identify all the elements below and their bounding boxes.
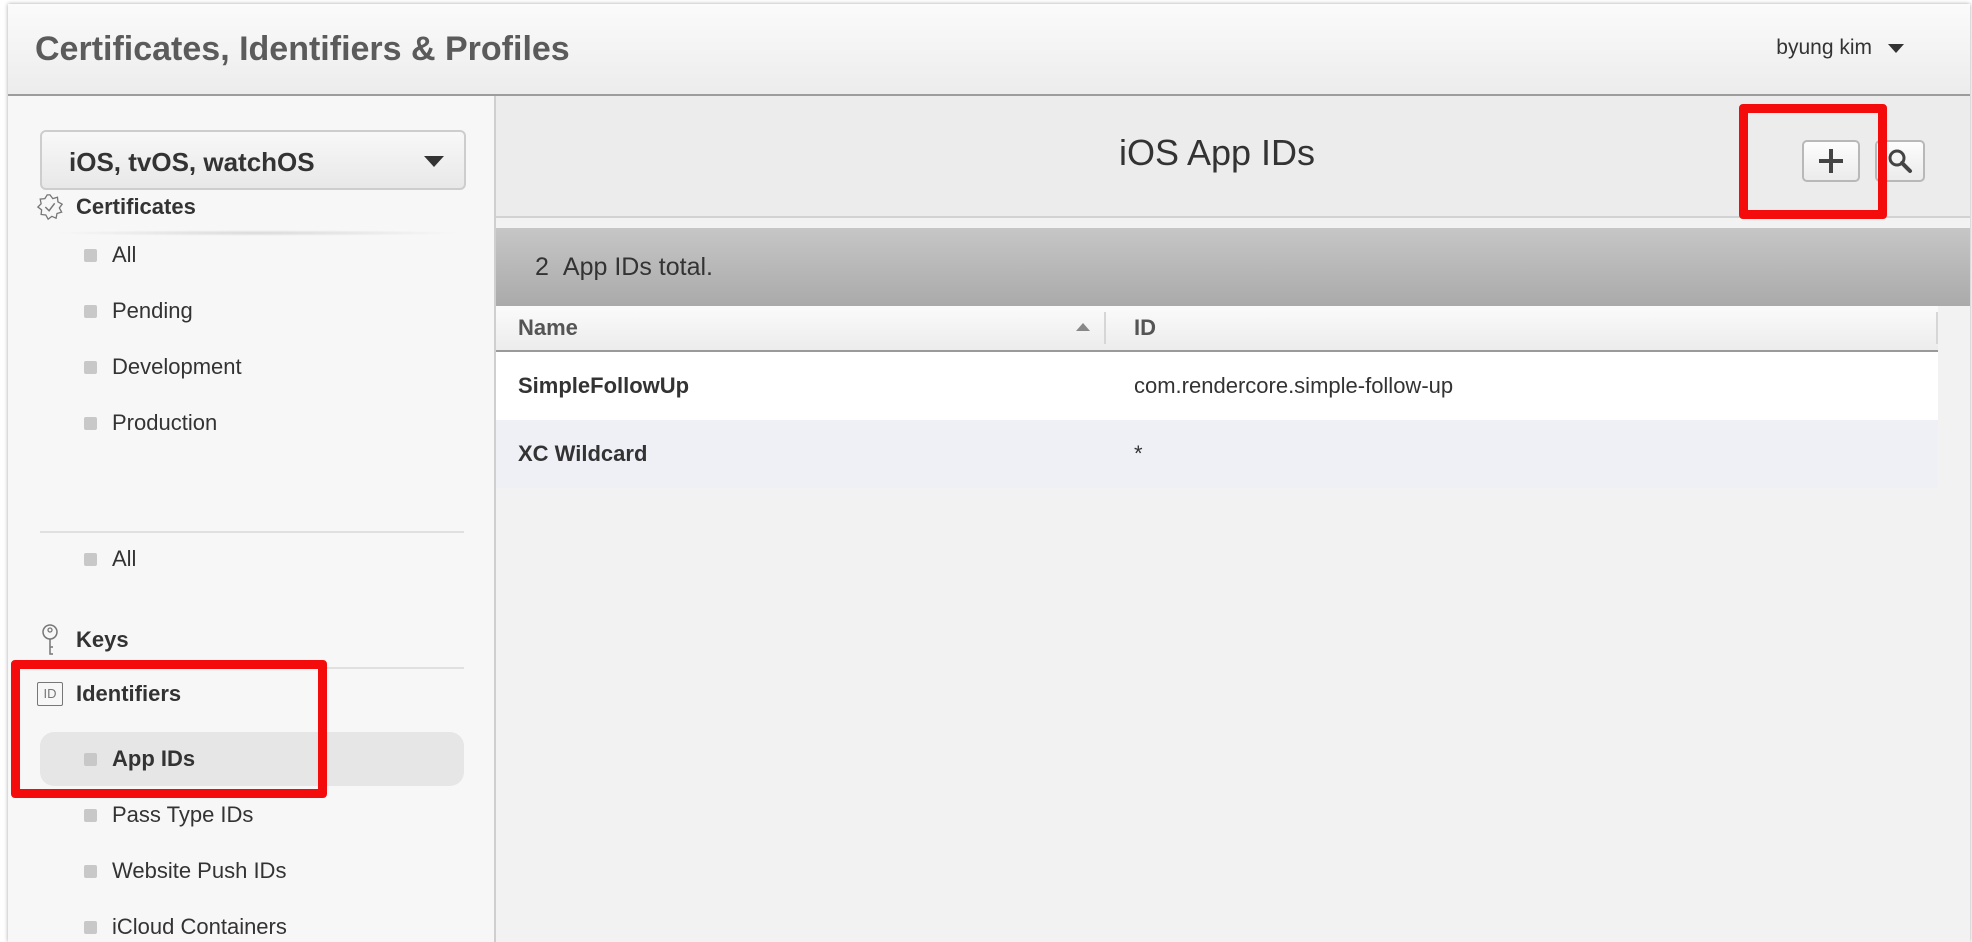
main-content: iOS App IDs 2 App IDs total. Name ID Sim… bbox=[496, 96, 1970, 942]
column-separator bbox=[1104, 312, 1106, 344]
sidebar-item-label: Website Push IDs bbox=[112, 858, 287, 883]
bullet bbox=[84, 304, 97, 318]
section-keys-label: Keys bbox=[76, 627, 129, 652]
main-toolbar: iOS App IDs bbox=[496, 96, 1970, 218]
search-icon bbox=[1888, 149, 1912, 173]
sidebar-item-website-push-ids[interactable]: Website Push IDs bbox=[40, 844, 464, 898]
section-certificates: Certificates bbox=[36, 193, 196, 221]
page-title: Certificates, Identifiers & Profiles bbox=[35, 30, 570, 68]
search-button[interactable] bbox=[1875, 140, 1925, 182]
app-ids-table: Name ID SimpleFollowUp com.rendercore.si… bbox=[496, 306, 1938, 488]
bullet bbox=[84, 920, 97, 934]
platform-select[interactable]: iOS, tvOS, watchOS bbox=[40, 130, 466, 190]
sidebar-item-pending[interactable]: Pending bbox=[40, 284, 464, 338]
section-keys: Keys bbox=[36, 624, 129, 655]
sidebar-item-label: App IDs bbox=[112, 746, 196, 771]
sidebar-item-label: Production bbox=[112, 410, 218, 435]
bullet bbox=[84, 808, 97, 822]
sidebar: iOS, tvOS, watchOS Certificates All Pend… bbox=[8, 96, 496, 942]
certificate-icon bbox=[36, 193, 64, 221]
bullet bbox=[84, 248, 97, 262]
sort-ascending-icon bbox=[1076, 323, 1090, 331]
table-header: Name ID bbox=[496, 306, 1938, 352]
bullet bbox=[84, 552, 97, 566]
cell-id: * bbox=[1134, 441, 1143, 466]
sidebar-item-keys-all[interactable]: All bbox=[40, 532, 464, 586]
bullet bbox=[84, 360, 97, 374]
cell-name: SimpleFollowUp bbox=[518, 373, 690, 398]
sidebar-item-icloud-containers[interactable]: iCloud Containers bbox=[40, 900, 464, 942]
sidebar-item-label: Pending bbox=[112, 298, 193, 323]
sidebar-item-certificates-all[interactable]: All bbox=[40, 228, 464, 282]
sidebar-item-label: iCloud Containers bbox=[112, 914, 287, 939]
bullet bbox=[84, 416, 97, 430]
plus-icon bbox=[1819, 149, 1843, 173]
app-header: Certificates, Identifiers & Profiles byu… bbox=[8, 4, 1970, 96]
sidebar-item-label: Pass Type IDs bbox=[112, 802, 254, 827]
bullet bbox=[84, 864, 97, 878]
sidebar-item-pass-type-ids[interactable]: Pass Type IDs bbox=[40, 788, 464, 842]
add-button[interactable] bbox=[1802, 140, 1860, 182]
app-id-count-label: App IDs total. bbox=[562, 252, 713, 281]
key-icon bbox=[36, 624, 64, 655]
chevron-down-icon bbox=[424, 156, 444, 167]
section-certificates-label: Certificates bbox=[76, 194, 196, 219]
sidebar-item-label: All bbox=[112, 242, 137, 267]
bullet bbox=[84, 752, 97, 766]
sidebar-item-app-ids[interactable]: App IDs bbox=[40, 732, 464, 786]
column-header-id[interactable]: ID bbox=[1134, 306, 1156, 350]
app-id-count: 2 bbox=[535, 252, 549, 281]
main-title: iOS App IDs bbox=[1118, 132, 1316, 173]
user-name: byung kim bbox=[1776, 36, 1872, 59]
platform-select-value: iOS, tvOS, watchOS bbox=[69, 147, 315, 177]
sidebar-item-production[interactable]: Production bbox=[40, 396, 464, 450]
section-identifiers-label: Identifiers bbox=[76, 681, 182, 706]
sidebar-item-label: All bbox=[112, 546, 137, 571]
table-row[interactable]: SimpleFollowUp com.rendercore.simple-fol… bbox=[496, 352, 1938, 420]
table-row[interactable]: XC Wildcard * bbox=[496, 420, 1938, 488]
summary-bar: 2 App IDs total. bbox=[496, 228, 1970, 306]
sidebar-item-development[interactable]: Development bbox=[40, 340, 464, 394]
id-icon-text: ID bbox=[37, 682, 63, 706]
sidebar-item-label: Development bbox=[112, 354, 242, 379]
user-menu[interactable]: byung kim bbox=[1776, 36, 1904, 60]
cell-id: com.rendercore.simple-follow-up bbox=[1134, 373, 1454, 398]
chevron-down-icon bbox=[1888, 43, 1904, 53]
column-header-name[interactable]: Name bbox=[518, 306, 578, 350]
section-identifiers: ID Identifiers bbox=[36, 680, 181, 708]
column-separator bbox=[1936, 312, 1938, 344]
cell-name: XC Wildcard bbox=[518, 441, 648, 466]
app-window: Certificates, Identifiers & Profiles byu… bbox=[8, 4, 1970, 942]
id-icon: ID bbox=[36, 680, 64, 708]
divider bbox=[40, 667, 464, 669]
